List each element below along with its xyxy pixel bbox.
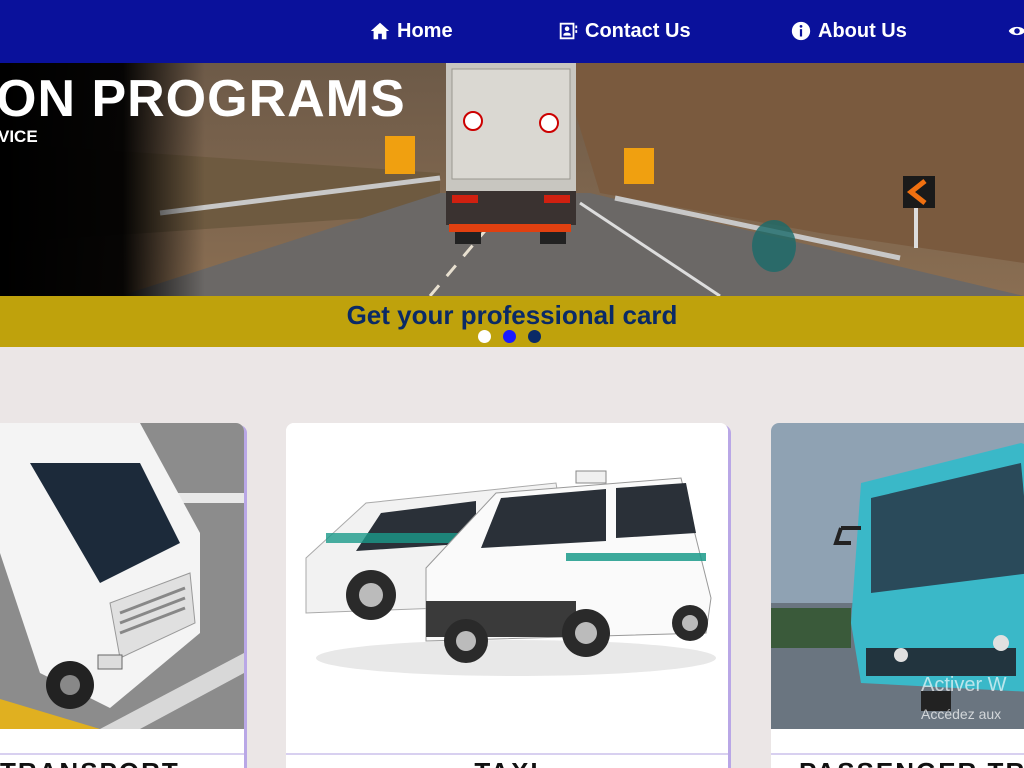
nav-about-label: About Us: [818, 19, 907, 42]
taxi-image: [286, 423, 728, 729]
nav-about-link[interactable]: About Us: [790, 19, 907, 43]
carousel-caption: Get your professional card: [346, 300, 678, 330]
card-divider: [0, 753, 244, 755]
service-card-taxi[interactable]: TAXI: [286, 423, 728, 768]
nav-contact-label: Contact Us: [585, 19, 691, 42]
windows-activation-watermark-text: Accédez aux: [921, 706, 1002, 722]
service-card-transport[interactable]: TRANSPORT: [0, 423, 244, 768]
card-title: TAXI: [286, 757, 728, 768]
carousel-indicators: [478, 330, 541, 343]
top-navbar: Home Contact Us About Us: [0, 0, 1024, 63]
nav-home-link[interactable]: Home: [369, 19, 453, 43]
card-title: TRANSPORT: [0, 757, 244, 768]
carousel-dot-1[interactable]: [478, 330, 491, 343]
hero-title: ON PROGRAMS: [0, 70, 406, 128]
nav-contact-link[interactable]: Contact Us: [557, 19, 691, 43]
partial-nav-icon: [1008, 26, 1024, 36]
truck-image: [0, 423, 244, 729]
card-divider: [286, 753, 728, 755]
info-icon: [791, 21, 811, 41]
carousel-dot-2[interactable]: [503, 330, 516, 343]
windows-activation-watermark-title: Activer W: [921, 674, 1007, 696]
home-icon: [370, 22, 390, 40]
contact-card-icon: [559, 22, 578, 40]
hero-subtitle: VICE: [0, 127, 38, 146]
hero-carousel-slide: ON PROGRAMS VICE: [0, 63, 1024, 296]
card-title: PASSENGER TR: [799, 757, 1024, 768]
card-divider: [771, 753, 1024, 755]
carousel-dot-3[interactable]: [528, 330, 541, 343]
nav-home-label: Home: [397, 19, 453, 42]
nav-more-link[interactable]: [1006, 19, 1024, 43]
carousel-caption-bar: Get your professional card: [0, 296, 1024, 347]
